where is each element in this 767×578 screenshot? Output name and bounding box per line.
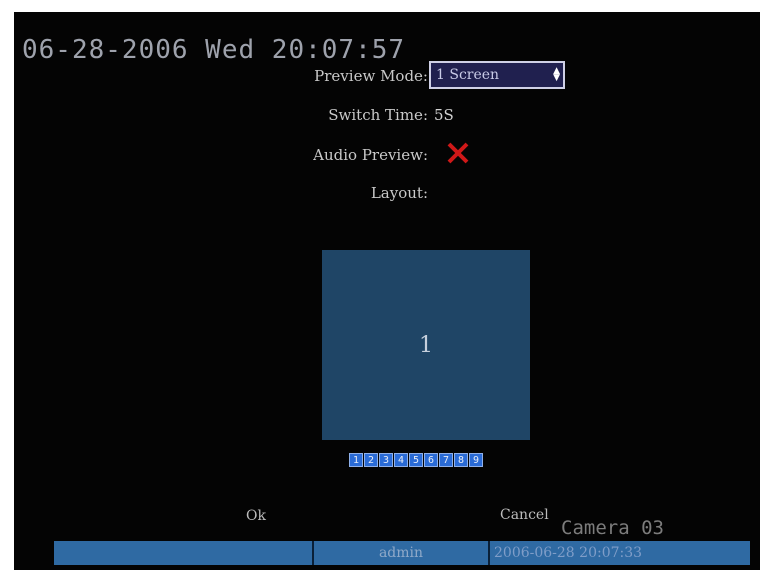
- switch-time-value[interactable]: 5S: [434, 106, 454, 124]
- layout-page-button[interactable]: 7: [439, 453, 453, 467]
- layout-page-button[interactable]: 5: [409, 453, 423, 467]
- status-bar: admin 2006-06-28 20:07:33: [54, 541, 750, 565]
- layout-page-button[interactable]: 4: [394, 453, 408, 467]
- camera-label: Camera 03: [561, 517, 664, 539]
- audio-preview-checkbox-x-icon[interactable]: [445, 140, 471, 166]
- status-datetime: 2006-06-28 20:07:33: [490, 541, 750, 565]
- layout-label: Layout:: [370, 184, 428, 202]
- preview-mode-value: 1 Screen: [436, 67, 500, 83]
- cancel-button[interactable]: Cancel: [500, 507, 549, 523]
- audio-preview-label: Audio Preview:: [313, 146, 428, 164]
- layout-page-button[interactable]: 6: [424, 453, 438, 467]
- layout-page-button[interactable]: 9: [469, 453, 483, 467]
- layout-page-selector: 1 2 3 4 5 6 7 8 9: [349, 453, 483, 467]
- preview-mode-select[interactable]: 1 Screen ▲ ▼: [429, 61, 565, 89]
- layout-cell-number: 1: [419, 332, 433, 358]
- updown-arrows-icon: ▲ ▼: [553, 66, 560, 83]
- layout-page-button[interactable]: 8: [454, 453, 468, 467]
- layout-page-button[interactable]: 1: [349, 453, 363, 467]
- layout-page-button[interactable]: 3: [379, 453, 393, 467]
- osd-datetime: 06-28-2006 Wed 20:07:57: [22, 35, 406, 65]
- dvr-screen: 06-28-2006 Wed 20:07:57 Preview Mode: 1 …: [14, 12, 760, 570]
- layout-page-button[interactable]: 2: [364, 453, 378, 467]
- status-user: admin: [314, 541, 490, 565]
- ok-button[interactable]: Ok: [246, 508, 266, 524]
- preview-mode-label: Preview Mode:: [314, 67, 428, 85]
- status-blank-segment: [54, 541, 314, 565]
- layout-cell-1[interactable]: 1: [322, 250, 530, 440]
- switch-time-label: Switch Time:: [328, 106, 428, 124]
